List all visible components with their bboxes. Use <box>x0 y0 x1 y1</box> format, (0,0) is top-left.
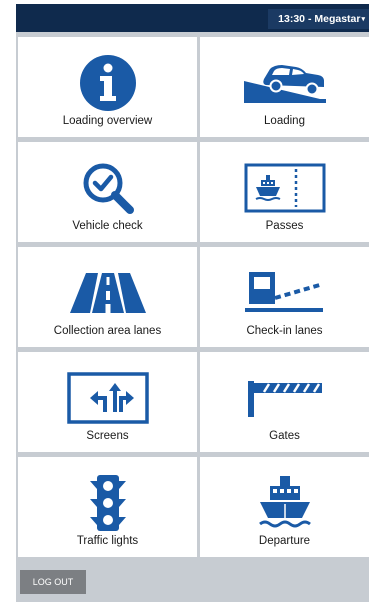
user-status-dropdown[interactable]: 13:30 - Megastar▾ <box>268 9 369 29</box>
tile-label: Check-in lanes <box>246 325 323 337</box>
car-on-ramp-icon <box>200 47 369 119</box>
tile-label: Collection area lanes <box>53 325 162 337</box>
tile-label: Traffic lights <box>76 535 139 547</box>
top-bar: 13:30 - Megastar▾ <box>16 4 369 32</box>
status-user: Megastar <box>314 13 361 25</box>
lane-arrows-screen-icon <box>18 362 197 434</box>
traffic-light-icon <box>18 467 197 539</box>
tile-vehicle-check[interactable]: Vehicle check <box>18 142 197 242</box>
status-separator: - <box>305 13 315 25</box>
tile-label: Gates <box>269 430 300 442</box>
tile-screens[interactable]: Screens <box>18 352 197 452</box>
tile-passes[interactable]: Passes <box>200 142 369 242</box>
menu-grid: Loading overview Loading Vehicle check P… <box>16 32 369 562</box>
tile-loading-overview[interactable]: Loading overview <box>18 37 197 137</box>
barrier-booth-icon <box>200 257 369 329</box>
ship-icon <box>200 467 369 539</box>
tile-collection-area-lanes[interactable]: Collection area lanes <box>18 247 197 347</box>
footer-bar: LOG OUT <box>16 562 369 602</box>
tile-label: Departure <box>258 535 311 547</box>
tile-label: Passes <box>265 220 304 232</box>
tile-label: Screens <box>86 430 129 442</box>
tile-traffic-lights[interactable]: Traffic lights <box>18 457 197 557</box>
tile-label: Loading overview <box>62 115 153 127</box>
magnifier-check-icon <box>18 152 197 224</box>
tile-check-in-lanes[interactable]: Check-in lanes <box>200 247 369 347</box>
tile-label: Loading <box>264 115 305 127</box>
logout-button[interactable]: LOG OUT <box>20 570 86 594</box>
tile-label: Vehicle check <box>72 220 143 232</box>
status-time: 13:30 <box>278 13 306 25</box>
caret-down-icon: ▾ <box>361 16 365 23</box>
lanes-road-icon <box>18 257 197 329</box>
ship-ticket-icon <box>200 152 369 224</box>
tile-departure[interactable]: Departure <box>200 457 369 557</box>
tile-gates[interactable]: Gates <box>200 352 369 452</box>
gate-barrier-icon <box>200 362 369 434</box>
tile-loading[interactable]: Loading <box>200 37 369 137</box>
info-icon <box>18 47 197 119</box>
